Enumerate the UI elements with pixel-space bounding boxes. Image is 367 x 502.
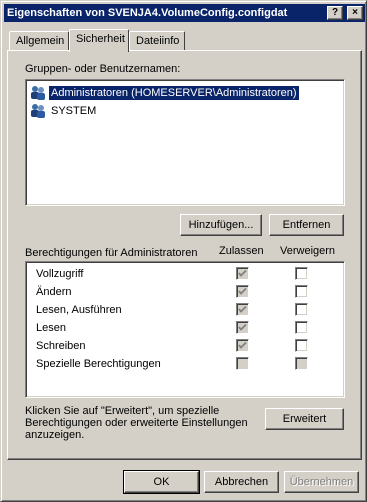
- user-group-icon: [31, 85, 45, 100]
- groups-label: Gruppen- oder Benutzernamen:: [25, 63, 181, 75]
- ok-button[interactable]: OK: [123, 470, 200, 494]
- cancel-button[interactable]: Abbrechen: [204, 471, 279, 493]
- tab-sicherheit[interactable]: Sicherheit: [69, 29, 129, 52]
- deny-checkbox[interactable]: [295, 321, 308, 334]
- allow-checkbox[interactable]: [236, 267, 249, 280]
- tab-dateiinfo[interactable]: Dateiinfo: [129, 31, 185, 51]
- window-title: Eigenschaften von SVENJA4.VolumeConfig.c…: [7, 7, 288, 19]
- permission-name: Ändern: [36, 286, 72, 298]
- deny-checkbox[interactable]: [295, 267, 308, 280]
- allow-checkbox[interactable]: [236, 303, 249, 316]
- help-button[interactable]: ?: [327, 6, 343, 20]
- deny-checkbox[interactable]: [295, 339, 308, 352]
- permission-name: Lesen, Ausführen: [36, 304, 122, 316]
- permissions-label: Berechtigungen für Administratoren: [25, 247, 198, 259]
- allow-checkbox[interactable]: [236, 357, 249, 370]
- deny-checkbox[interactable]: [295, 357, 308, 370]
- user-group-icon: [31, 103, 45, 118]
- deny-column-header: Verweigern: [280, 245, 336, 257]
- allow-checkbox[interactable]: [236, 285, 249, 298]
- advanced-button[interactable]: Erweitert: [265, 408, 344, 430]
- title-bar[interactable]: Eigenschaften von SVENJA4.VolumeConfig.c…: [4, 4, 365, 22]
- allow-column-header: Zulassen: [219, 245, 264, 257]
- permission-name: Lesen: [36, 322, 66, 334]
- close-button[interactable]: ×: [347, 6, 363, 20]
- advanced-hint: Klicken Sie auf "Erweitert", um speziell…: [25, 405, 248, 441]
- permission-name: Spezielle Berechtigungen: [36, 358, 161, 370]
- deny-checkbox[interactable]: [295, 285, 308, 298]
- deny-checkbox[interactable]: [295, 303, 308, 316]
- properties-dialog: Eigenschaften von SVENJA4.VolumeConfig.c…: [0, 0, 367, 502]
- add-button[interactable]: Hinzufügen...: [180, 214, 262, 236]
- permission-name: Vollzugriff: [36, 268, 84, 280]
- user-name: SYSTEM: [51, 104, 97, 117]
- users-listbox[interactable]: Administratoren (HOMESERVER\Administrato…: [25, 79, 345, 206]
- apply-button[interactable]: Übernehmen: [284, 471, 359, 493]
- remove-button[interactable]: Entfernen: [269, 214, 344, 236]
- allow-checkbox[interactable]: [236, 321, 249, 334]
- allow-checkbox[interactable]: [236, 339, 249, 352]
- permissions-list: Vollzugriff Ändern Lesen, Ausführen Lesen Sc…: [25, 261, 345, 398]
- list-item-user[interactable]: SYSTEM: [29, 102, 98, 119]
- list-item-user[interactable]: Administratoren (HOMESERVER\Administrato…: [29, 84, 300, 101]
- tab-allgemein[interactable]: Allgemein: [9, 31, 69, 51]
- user-name: Administratoren (HOMESERVER\Administrato…: [48, 84, 300, 101]
- permission-name: Schreiben: [36, 340, 86, 352]
